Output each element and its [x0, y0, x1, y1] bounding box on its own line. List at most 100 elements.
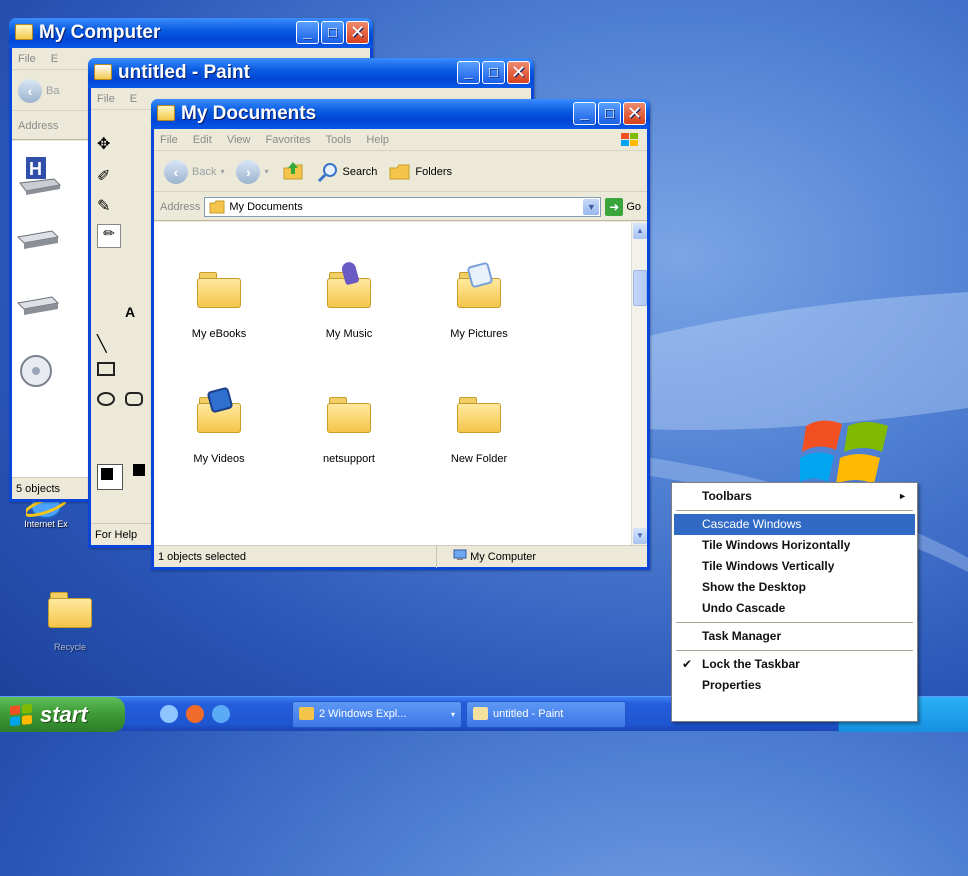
rectangle-tool-icon[interactable]: [97, 362, 115, 376]
text-tool-icon[interactable]: A: [125, 304, 135, 320]
menu-item-toolbars[interactable]: Toolbars ►: [674, 486, 915, 507]
free-select-tool-icon[interactable]: ✥: [97, 134, 110, 154]
line-tool-icon[interactable]: ╲: [97, 334, 107, 354]
back-button[interactable]: ‹ Ba: [18, 78, 60, 103]
dropdown-arrow-icon[interactable]: ▾: [220, 167, 224, 176]
pick-color-tool-icon[interactable]: ✎: [97, 196, 110, 216]
close-button[interactable]: ✕: [623, 102, 646, 125]
color-palette: [95, 460, 155, 500]
show-desktop-icon[interactable]: [160, 705, 178, 723]
menu-separator: [676, 622, 913, 623]
menu-edit[interactable]: E: [51, 53, 58, 65]
menu-tools[interactable]: Tools: [326, 134, 352, 146]
scroll-down-icon[interactable]: ▼: [633, 528, 647, 544]
list-item[interactable]: New Folder: [424, 397, 534, 465]
list-item[interactable]: My Videos: [164, 386, 274, 465]
folder-label: My Music: [325, 328, 373, 340]
forward-button[interactable]: › ▾: [236, 159, 269, 184]
address-dropdown-icon[interactable]: ▼: [583, 198, 600, 215]
maximize-button[interactable]: □: [482, 61, 505, 84]
menu-item-label: Tile Windows Vertically: [702, 559, 835, 573]
scroll-up-icon[interactable]: ▲: [633, 223, 647, 239]
go-arrow-icon: ➜: [605, 197, 624, 216]
minimize-button[interactable]: _: [296, 21, 319, 44]
minimize-button[interactable]: _: [457, 61, 480, 84]
status-text: For Help: [95, 529, 138, 541]
dropdown-arrow-icon[interactable]: ▾: [264, 167, 268, 176]
folder-label: My Pictures: [450, 328, 508, 340]
my-computer-icon: [15, 24, 33, 40]
menu-favorites[interactable]: Favorites: [266, 134, 311, 146]
internet-explorer-icon[interactable]: [212, 705, 230, 723]
close-button[interactable]: ✕: [346, 21, 369, 44]
address-value: My Documents: [229, 200, 303, 213]
cd-drive-icon: [20, 355, 52, 387]
pictures-folder-icon: [457, 261, 501, 308]
menu-item-cascade-windows[interactable]: Cascade Windows: [674, 514, 915, 535]
my-documents-window[interactable]: My Documents _ □ ✕ File Edit View Favori…: [151, 99, 650, 570]
window-title: untitled - Paint: [118, 62, 250, 83]
menu-item-lock-taskbar[interactable]: ✔ Lock the Taskbar: [674, 654, 915, 675]
rounded-rect-tool-icon[interactable]: [125, 392, 143, 406]
menu-edit[interactable]: E: [130, 93, 137, 105]
menu-file[interactable]: File: [18, 53, 36, 65]
list-item[interactable]: My Music: [294, 260, 404, 340]
my-computer-titlebar[interactable]: My Computer _ □ ✕: [9, 18, 373, 48]
menu-help[interactable]: Help: [366, 134, 389, 146]
address-input[interactable]: My Documents ▼: [204, 196, 602, 217]
statusbar: 1 objects selected My Computer: [154, 545, 647, 568]
maximize-button[interactable]: □: [321, 21, 344, 44]
menu-file[interactable]: File: [97, 93, 115, 105]
taskbar-button-explorer[interactable]: 2 Windows Expl... ▾: [292, 701, 462, 728]
menu-item-label: Task Manager: [702, 629, 782, 643]
drive-icon: [16, 230, 60, 249]
menu-edit[interactable]: Edit: [193, 134, 212, 146]
folders-button[interactable]: Folders: [389, 162, 452, 182]
search-button[interactable]: Search: [317, 161, 378, 183]
browser-icon[interactable]: [186, 705, 204, 723]
menu-item-undo-cascade[interactable]: Undo Cascade: [674, 598, 915, 619]
drive-icon: [16, 296, 60, 315]
menu-item-tile-vertically[interactable]: Tile Windows Vertically: [674, 556, 915, 577]
back-button[interactable]: ‹ Back ▾: [164, 159, 224, 184]
paint-toolbox: ✥ ✐ ✎ ✏ A ╲: [95, 114, 151, 444]
scroll-thumb[interactable]: [633, 270, 647, 306]
vertical-scrollbar[interactable]: ▲ ▼: [631, 222, 647, 545]
go-button[interactable]: ➜ Go: [605, 197, 641, 216]
menu-file[interactable]: File: [160, 134, 178, 146]
start-button[interactable]: start: [0, 697, 125, 732]
taskbar-button-paint[interactable]: untitled - Paint: [466, 701, 626, 728]
minimize-button[interactable]: _: [573, 102, 596, 125]
up-folder-button[interactable]: [281, 158, 305, 185]
list-item[interactable]: netsupport: [294, 397, 404, 465]
my-documents-titlebar[interactable]: My Documents _ □ ✕: [151, 99, 650, 129]
list-item[interactable]: My eBooks: [164, 272, 274, 340]
address-label: Address: [18, 119, 59, 132]
folder-label: New Folder: [450, 453, 508, 465]
back-label: Ba: [46, 84, 60, 97]
menu-item-task-manager[interactable]: Task Manager: [674, 626, 915, 647]
menu-item-show-desktop[interactable]: Show the Desktop: [674, 577, 915, 598]
foreground-color-swatch[interactable]: [97, 464, 123, 490]
folder-label: My eBooks: [191, 328, 247, 340]
menu-view[interactable]: View: [227, 134, 251, 146]
menu-item-tile-horizontally[interactable]: Tile Windows Horizontally: [674, 535, 915, 556]
back-label: Back: [192, 165, 217, 178]
color-swatch-black[interactable]: [133, 464, 145, 476]
maximize-button[interactable]: □: [598, 102, 621, 125]
menubar: File Edit View Favorites Tools Help: [154, 129, 647, 151]
close-button[interactable]: ✕: [507, 61, 530, 84]
svg-text:H: H: [29, 159, 42, 179]
menu-item-label: Tile Windows Horizontally: [702, 538, 851, 552]
ellipse-tool-icon[interactable]: [97, 392, 115, 406]
pencil-tool-icon[interactable]: ✏: [97, 224, 121, 248]
search-label: Search: [342, 165, 378, 178]
desktop-icon-recycle[interactable]: Recycle: [30, 592, 110, 652]
eraser-tool-icon[interactable]: ✐: [97, 166, 110, 186]
desktop-icon-label: Internet Ex: [24, 519, 68, 529]
menu-item-properties[interactable]: Properties: [674, 675, 915, 696]
folder-icon: [197, 272, 241, 308]
start-label: start: [40, 702, 88, 727]
list-item[interactable]: My Pictures: [424, 261, 534, 340]
paint-titlebar[interactable]: untitled - Paint _ □ ✕: [88, 58, 534, 88]
